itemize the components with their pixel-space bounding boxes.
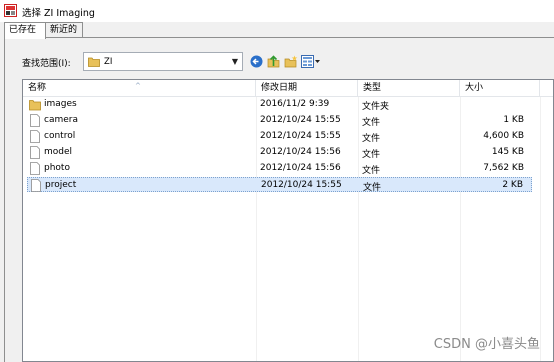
up-folder-button[interactable]	[265, 53, 281, 69]
file-type: 文件	[362, 134, 381, 144]
window-title: 选择 ZI Imaging	[22, 8, 95, 19]
file-name: control	[44, 131, 76, 141]
file-size: 1 KB	[503, 115, 524, 125]
lookin-label: 查找范围(I):	[22, 59, 71, 69]
new-folder-button[interactable]	[283, 53, 299, 69]
file-icon	[30, 114, 40, 127]
file-row-project[interactable]: project 2012/10/24 15:55 文件 2 KB	[27, 177, 532, 193]
chevron-down-icon[interactable]: ▼	[232, 57, 238, 66]
file-row-camera[interactable]: camera 2012/10/24 15:55 文件 1 KB	[27, 113, 532, 128]
view-menu-icon	[301, 54, 320, 68]
column-header-size[interactable]: 大小	[460, 80, 540, 97]
app-icon	[4, 4, 17, 17]
back-arrow-icon	[250, 55, 262, 67]
list-header: 名称 ^ 修改日期 类型 大小	[23, 80, 553, 97]
file-size: 145 KB	[491, 147, 524, 157]
file-type: 文件	[362, 118, 381, 128]
column-label-type: 类型	[363, 83, 382, 93]
folder-icon	[29, 100, 41, 111]
file-size: 7,562 KB	[483, 163, 524, 173]
folder-icon	[88, 57, 100, 67]
file-row-control[interactable]: control 2012/10/24 15:55 文件 4,600 KB	[27, 129, 532, 144]
file-name: camera	[44, 115, 78, 125]
column-label-size: 大小	[465, 83, 484, 93]
file-name: images	[44, 99, 77, 109]
column-header-type[interactable]: 类型	[358, 80, 460, 97]
file-modified: 2012/10/24 15:56	[260, 163, 341, 173]
tab-existing[interactable]: 已存在	[4, 22, 46, 39]
file-icon	[30, 162, 40, 175]
title-bar: 选择 ZI Imaging	[0, 0, 554, 22]
file-size: 4,600 KB	[483, 131, 524, 141]
file-icon	[31, 179, 41, 192]
column-divider	[540, 97, 541, 361]
file-row-images[interactable]: images 2016/11/2 9:39 文件夹	[27, 97, 532, 112]
file-name: project	[45, 180, 77, 190]
file-name: photo	[44, 163, 70, 173]
back-button[interactable]	[248, 53, 264, 69]
file-modified: 2012/10/24 15:56	[260, 147, 341, 157]
file-icon	[30, 146, 40, 159]
watermark: CSDN @小喜头鱼	[433, 337, 540, 352]
file-list[interactable]: 名称 ^ 修改日期 类型 大小 images 2016/11/2 9:39 文件…	[22, 79, 554, 362]
column-label-modified: 修改日期	[261, 83, 298, 93]
file-row-photo[interactable]: photo 2012/10/24 15:56 文件 7,562 KB	[27, 161, 532, 176]
file-type: 文件夹	[362, 102, 390, 112]
column-label-name: 名称	[28, 83, 47, 93]
file-modified: 2012/10/24 15:55	[260, 131, 341, 141]
file-modified: 2012/10/24 15:55	[260, 115, 341, 125]
file-modified: 2012/10/24 15:55	[261, 180, 342, 190]
tab-recent[interactable]: 新近的	[45, 22, 83, 38]
column-header-name[interactable]: 名称 ^	[23, 80, 256, 97]
view-menu-button[interactable]	[300, 53, 322, 69]
lookin-path: ZI	[104, 57, 113, 67]
sort-arrow-icon: ^	[135, 82, 141, 90]
file-type: 文件	[362, 166, 381, 176]
column-header-modified[interactable]: 修改日期	[256, 80, 358, 97]
up-folder-icon	[267, 54, 279, 67]
file-type: 文件	[363, 183, 382, 193]
file-row-model[interactable]: model 2012/10/24 15:56 文件 145 KB	[27, 145, 532, 160]
file-type: 文件	[362, 150, 381, 160]
file-modified: 2016/11/2 9:39	[260, 99, 330, 109]
file-name: model	[44, 147, 73, 157]
new-folder-icon	[284, 55, 298, 67]
file-size: 2 KB	[502, 180, 523, 190]
file-icon	[30, 130, 40, 143]
lookin-combobox[interactable]: ZI ▼	[83, 52, 243, 71]
